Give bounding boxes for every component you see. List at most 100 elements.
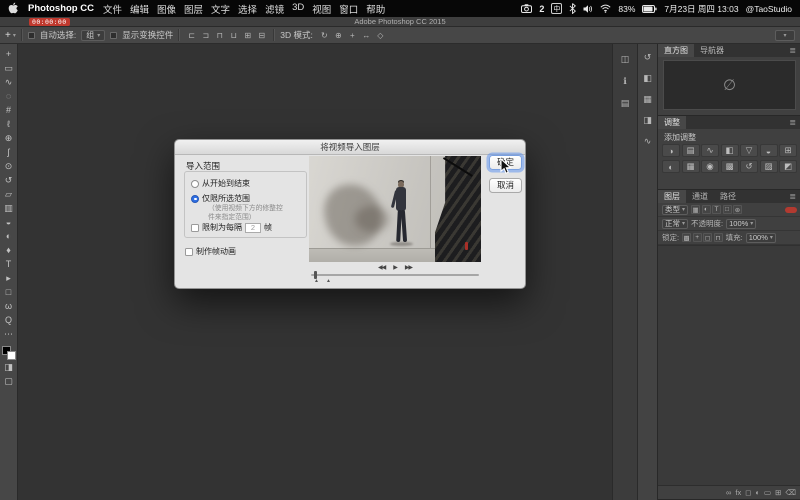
tool-icon[interactable]: ⊕ <box>1 131 17 145</box>
info-panel-icon[interactable]: ℹ <box>618 75 632 88</box>
auto-select-checkbox[interactable] <box>28 32 35 39</box>
adjustment-icon[interactable]: ◐ <box>662 160 680 173</box>
tab-adjustments[interactable]: 调整 <box>658 116 686 129</box>
tab-navigator[interactable]: 导航器 <box>694 44 730 57</box>
menu-item[interactable]: 文字 <box>211 2 230 16</box>
limit-frames-checkbox[interactable] <box>191 224 199 232</box>
lock-icon[interactable]: ▩ <box>682 233 691 242</box>
layer-filter-icon[interactable]: ⊛ <box>733 205 742 214</box>
tool-icon[interactable]: ω <box>1 299 17 313</box>
3d-mode-icon[interactable]: ◇ <box>374 30 387 41</box>
apple-menu-icon[interactable] <box>8 2 19 15</box>
panel-menu-icon[interactable]: ≣ <box>785 44 800 57</box>
tool-icon[interactable]: □ <box>1 285 17 299</box>
adjustment-layer-icon[interactable]: ◐ <box>755 488 760 497</box>
quick-mask-icon[interactable]: ◨ <box>1 360 17 374</box>
panel-menu-icon[interactable]: ≣ <box>785 190 800 203</box>
delete-layer-icon[interactable]: ⌫ <box>785 488 796 497</box>
tool-icon[interactable]: ▭ <box>1 61 17 75</box>
tool-icon[interactable]: ♦ <box>1 243 17 257</box>
layers-list[interactable] <box>658 245 800 486</box>
brush-panel-icon[interactable]: ∿ <box>641 135 655 148</box>
align-icon[interactable]: ⊞ <box>241 30 254 41</box>
show-transform-checkbox[interactable] <box>110 32 117 39</box>
3d-mode-icon[interactable]: ⊕ <box>332 30 345 41</box>
adjustment-icon[interactable]: ↺ <box>740 160 758 173</box>
3d-mode-icon[interactable]: ↔ <box>360 30 373 41</box>
tool-icon[interactable]: ⊙ <box>1 159 17 173</box>
align-icon[interactable]: ⊔ <box>227 30 240 41</box>
adjustment-icon[interactable]: ▽ <box>740 144 758 157</box>
tool-icon[interactable]: ⋯ <box>1 327 17 341</box>
adjustment-icon[interactable]: ◧ <box>721 144 739 157</box>
tool-icon[interactable]: T <box>1 257 17 271</box>
notification-badge[interactable]: 2 <box>539 4 544 14</box>
filter-toggle-switch[interactable] <box>785 207 797 213</box>
tool-icon[interactable]: ʃ <box>1 145 17 159</box>
workspace-switcher[interactable]: ▾ <box>775 30 795 41</box>
cancel-button[interactable]: 取消 <box>489 178 522 193</box>
timeline-slider[interactable] <box>311 274 479 276</box>
frame-animation-checkbox[interactable] <box>185 248 193 256</box>
adjustment-icon[interactable]: ◑ <box>662 144 680 157</box>
tool-icon[interactable]: ↺ <box>1 173 17 187</box>
tool-icon[interactable]: Q <box>1 313 17 327</box>
layer-filter-icon[interactable]: T <box>712 205 721 214</box>
trim-in-marker[interactable]: ▲ <box>314 278 319 284</box>
tool-icon[interactable]: ▸ <box>1 271 17 285</box>
background-color-swatch[interactable] <box>7 351 16 360</box>
adjustment-icon[interactable]: ⊞ <box>779 144 797 157</box>
adjustment-icon[interactable]: ∿ <box>701 144 719 157</box>
styles-panel-icon[interactable]: ◨ <box>641 114 655 127</box>
tool-icon[interactable]: ◐ <box>1 229 17 243</box>
layer-filter-icon[interactable]: ▦ <box>691 205 700 214</box>
play-icon[interactable]: ▶ <box>393 264 397 271</box>
tool-icon[interactable]: + <box>1 47 17 61</box>
libraries-panel-icon[interactable]: ▤ <box>618 97 632 110</box>
link-layers-icon[interactable]: ∞ <box>726 488 731 497</box>
properties-panel-icon[interactable]: ◫ <box>618 53 632 66</box>
layer-filter-icon[interactable]: ◐ <box>702 205 711 214</box>
auto-select-dropdown[interactable]: 组 ▾ <box>81 30 105 41</box>
lock-icon[interactable]: + <box>693 233 702 242</box>
tool-icon[interactable]: # <box>1 103 17 117</box>
layer-mask-icon[interactable]: ◻ <box>745 488 751 497</box>
menu-item[interactable]: 3D <box>292 2 304 16</box>
tool-icon[interactable]: ▱ <box>1 187 17 201</box>
tool-preset-picker[interactable]: + ▾ <box>5 30 16 41</box>
opacity-dropdown[interactable]: 100% ▾ <box>726 219 756 229</box>
menu-item[interactable]: 视图 <box>312 2 331 16</box>
screen-mode-icon[interactable]: ▢ <box>1 374 17 388</box>
layer-group-icon[interactable]: ▭ <box>764 488 771 497</box>
menu-bar-user[interactable]: @TaoStudio <box>746 4 792 14</box>
app-menu-title[interactable]: Photoshop CC <box>28 3 94 14</box>
radio-selected-range[interactable] <box>191 195 199 203</box>
tab-layers[interactable]: 图层 <box>658 190 686 203</box>
menu-item[interactable]: 窗口 <box>339 2 358 16</box>
tool-icon[interactable]: ◌ <box>1 89 17 103</box>
tool-icon[interactable]: ∿ <box>1 75 17 89</box>
tool-icon[interactable]: ℓ <box>1 117 17 131</box>
limit-frames-input[interactable] <box>245 223 261 233</box>
tab-channels[interactable]: 通道 <box>686 190 714 203</box>
menu-item[interactable]: 图层 <box>184 2 203 16</box>
menu-item[interactable]: 图像 <box>157 2 176 16</box>
history-panel-icon[interactable]: ↺ <box>641 51 655 64</box>
align-icon[interactable]: ⊐ <box>199 30 212 41</box>
tab-paths[interactable]: 路径 <box>714 190 742 203</box>
tab-histogram[interactable]: 直方图 <box>658 44 694 57</box>
camera-icon[interactable] <box>521 4 532 13</box>
volume-icon[interactable] <box>583 4 593 14</box>
layer-style-icon[interactable]: fx <box>735 488 741 497</box>
battery-icon[interactable] <box>642 5 657 13</box>
adjustment-icon[interactable]: ▨ <box>760 160 778 173</box>
adjustment-icon[interactable]: ◩ <box>779 160 797 173</box>
color-panel-icon[interactable]: ◧ <box>641 72 655 85</box>
fill-dropdown[interactable]: 100% ▾ <box>746 233 776 243</box>
adjustment-icon[interactable]: ▤ <box>682 144 700 157</box>
align-icon[interactable]: ⊓ <box>213 30 226 41</box>
menu-item[interactable]: 滤镜 <box>265 2 284 16</box>
lock-icon[interactable]: ◻ <box>703 233 712 242</box>
bluetooth-icon[interactable] <box>569 3 576 14</box>
fast-forward-icon[interactable]: ▶▶ <box>405 264 412 271</box>
